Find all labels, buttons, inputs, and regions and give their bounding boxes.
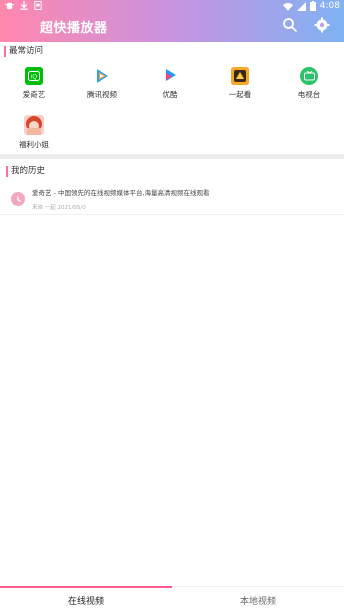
site-youku[interactable]: 优酷 (145, 67, 195, 100)
tab-local-video[interactable]: 本地视频 (172, 587, 344, 613)
app-header: 4:08 超快播放器 (0, 0, 344, 42)
site-label: 福利小姐 (19, 140, 49, 149)
wifi-icon (282, 2, 293, 11)
frequent-section-title: 最常访问 (4, 46, 43, 57)
site-tv-station[interactable]: 电视台 (284, 67, 334, 100)
status-time: 4:08 (319, 1, 340, 11)
bug-icon (5, 2, 14, 10)
clock-icon (11, 192, 25, 206)
site-label: 电视台 (297, 90, 321, 99)
iqiyi-icon: iQ (25, 67, 43, 85)
status-bar: 4:08 (0, 0, 344, 14)
download-icon (20, 1, 28, 10)
app-title: 超快播放器 (40, 21, 108, 36)
history-item[interactable]: 爱奇艺 - 中国领先的在线视频媒体平台,海量高清视频在线观看 来自 一起 202… (0, 183, 344, 215)
settings-icon[interactable] (314, 17, 330, 33)
section-divider (0, 154, 344, 159)
youku-icon (161, 67, 179, 85)
site-iqiyi[interactable]: iQ 爱奇艺 (9, 67, 59, 100)
site-tencent-video[interactable]: 腾讯视频 (77, 67, 127, 100)
site-label: 腾讯视频 (87, 90, 117, 99)
signal-icon (296, 1, 306, 11)
welfare-icon (24, 115, 44, 135)
tv-station-icon (300, 67, 318, 85)
history-item-title: 爱奇艺 - 中国领先的在线视频媒体平台,海量高清视频在线观看 (32, 189, 210, 197)
site-label: 优酷 (162, 90, 178, 99)
tencent-video-icon (93, 67, 111, 85)
battery-icon (309, 1, 316, 11)
history-item-meta: 来自 一起 2021/05/0 (32, 205, 86, 211)
tab-online-video[interactable]: 在线视频 (0, 587, 172, 613)
search-icon[interactable] (282, 17, 298, 33)
svg-text:iQ: iQ (31, 75, 37, 81)
site-welfare[interactable]: 福利小姐 (9, 115, 59, 150)
bottom-tab-bar: 在线视频 本地视频 (0, 586, 344, 613)
site-label: 一起看 (228, 90, 252, 99)
note-icon (34, 1, 42, 10)
watch-together-icon (231, 67, 249, 85)
site-watch-together[interactable]: 一起看 (215, 67, 265, 100)
history-section-title: 我的历史 (6, 166, 45, 177)
site-label: 爱奇艺 (22, 90, 46, 99)
